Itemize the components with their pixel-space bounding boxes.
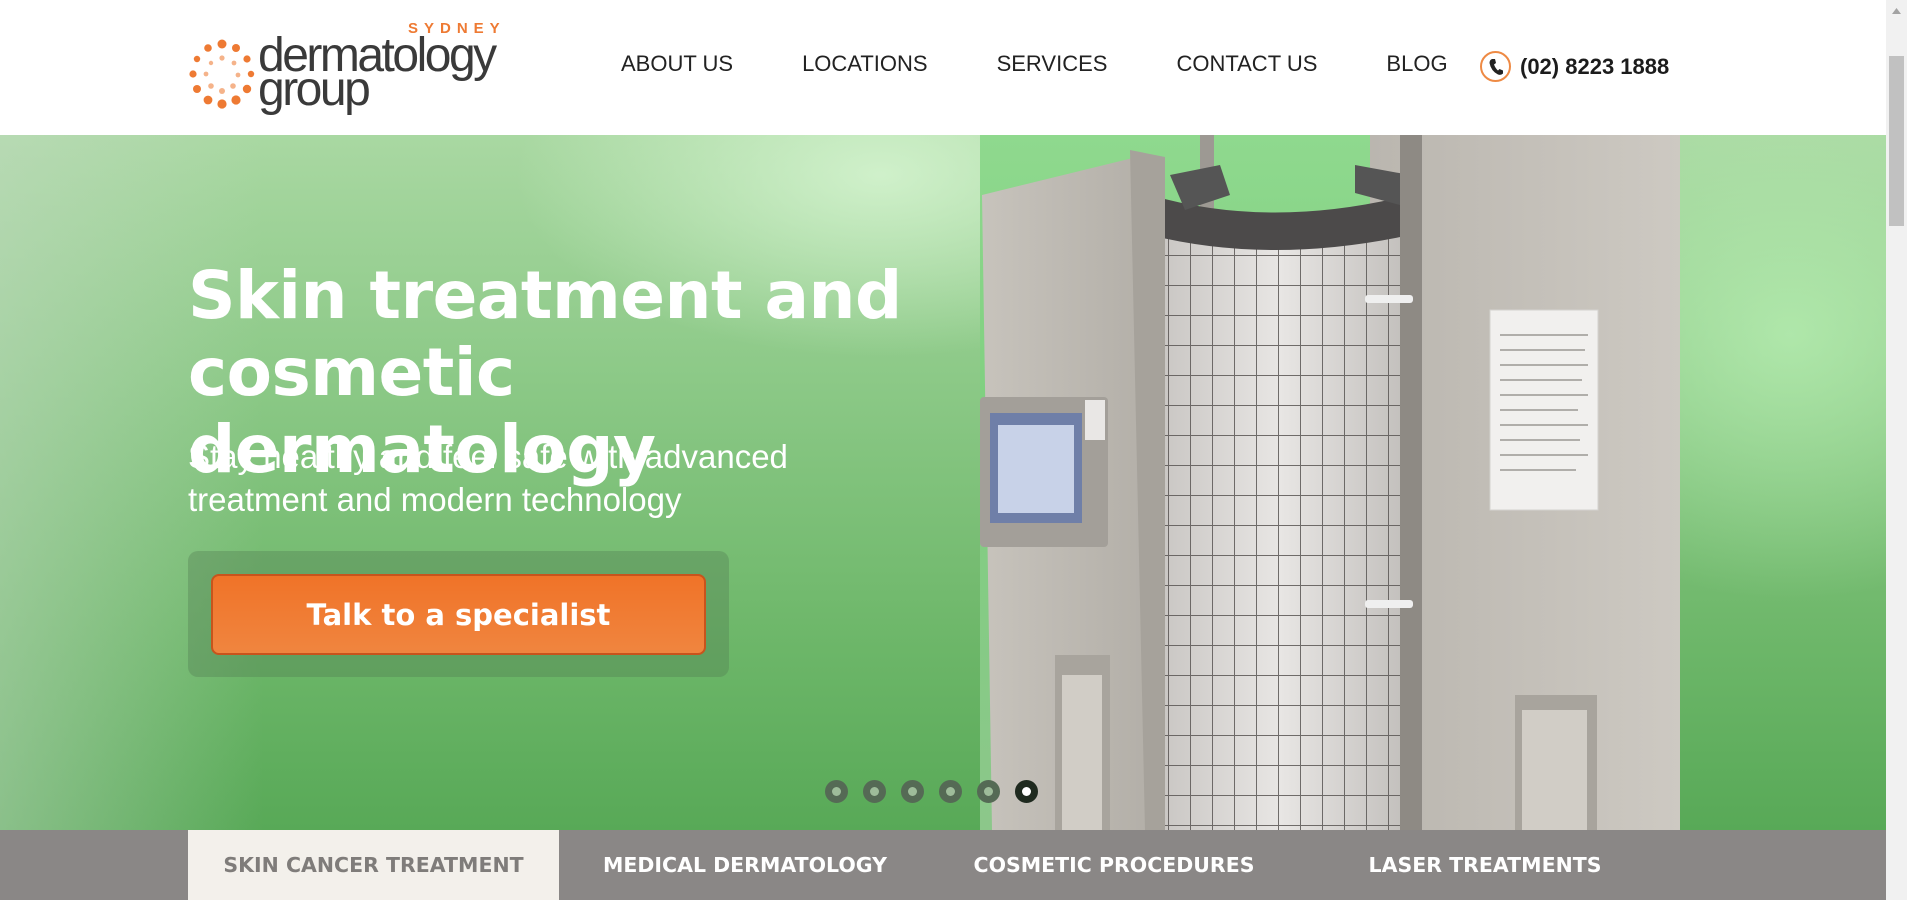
tanning-booth-image (980, 135, 1680, 830)
slider-dot-6-active[interactable] (1015, 780, 1038, 803)
hero-subtitle-line-2: treatment and modern technology (188, 481, 682, 518)
slider-dot-5[interactable] (977, 780, 1000, 803)
tab-laser-treatments[interactable]: LASER TREATMENTS (1310, 830, 1660, 900)
slider-pagination (825, 780, 1053, 803)
logo-dots-icon (189, 39, 255, 109)
site-header: SYDNEY dermatology group ABOUT US LOCATI… (0, 0, 1886, 135)
service-tabs: SKIN CANCER TREATMENT MEDICAL DERMATOLOG… (0, 830, 1886, 900)
cta-panel: Talk to a specialist (188, 551, 729, 677)
nav-contact-us[interactable]: CONTACT US (1176, 50, 1317, 78)
slider-dot-4[interactable] (939, 780, 962, 803)
nav-about-us[interactable]: ABOUT US (621, 50, 733, 78)
hero-subtitle: Stay healthy and feel safe with advanced… (188, 435, 908, 521)
slider-dot-3[interactable] (901, 780, 924, 803)
nav-services[interactable]: SERVICES (997, 50, 1108, 78)
tab-cosmetic-procedures[interactable]: COSMETIC PROCEDURES (940, 830, 1288, 900)
hero-title-line-1: Skin treatment and (188, 257, 902, 334)
slider-dot-1[interactable] (825, 780, 848, 803)
phone-number: (02) 8223 1888 (1520, 53, 1670, 79)
scroll-up-arrow-icon[interactable] (1886, 0, 1907, 21)
talk-to-specialist-button[interactable]: Talk to a specialist (211, 574, 706, 655)
slider-dot-2[interactable] (863, 780, 886, 803)
site-logo[interactable]: SYDNEY dermatology group (186, 20, 506, 116)
main-nav: ABOUT US LOCATIONS SERVICES CONTACT US B… (621, 50, 1448, 78)
scroll-thumb[interactable] (1889, 56, 1904, 226)
phone-icon (1480, 51, 1511, 82)
page-scrollbar[interactable] (1886, 0, 1907, 900)
nav-locations[interactable]: LOCATIONS (802, 50, 928, 78)
tab-skin-cancer-treatment[interactable]: SKIN CANCER TREATMENT (188, 830, 559, 900)
hero-subtitle-line-1: Stay healthy and feel safe with advanced (188, 438, 788, 475)
phone-link[interactable]: (02) 8223 1888 (1480, 51, 1669, 82)
nav-blog[interactable]: BLOG (1386, 50, 1447, 78)
logo-word-group: group (258, 63, 371, 116)
tab-medical-dermatology[interactable]: MEDICAL DERMATOLOGY (574, 830, 916, 900)
hero-slider: Skin treatment and cosmetic dermatology … (0, 135, 1886, 830)
